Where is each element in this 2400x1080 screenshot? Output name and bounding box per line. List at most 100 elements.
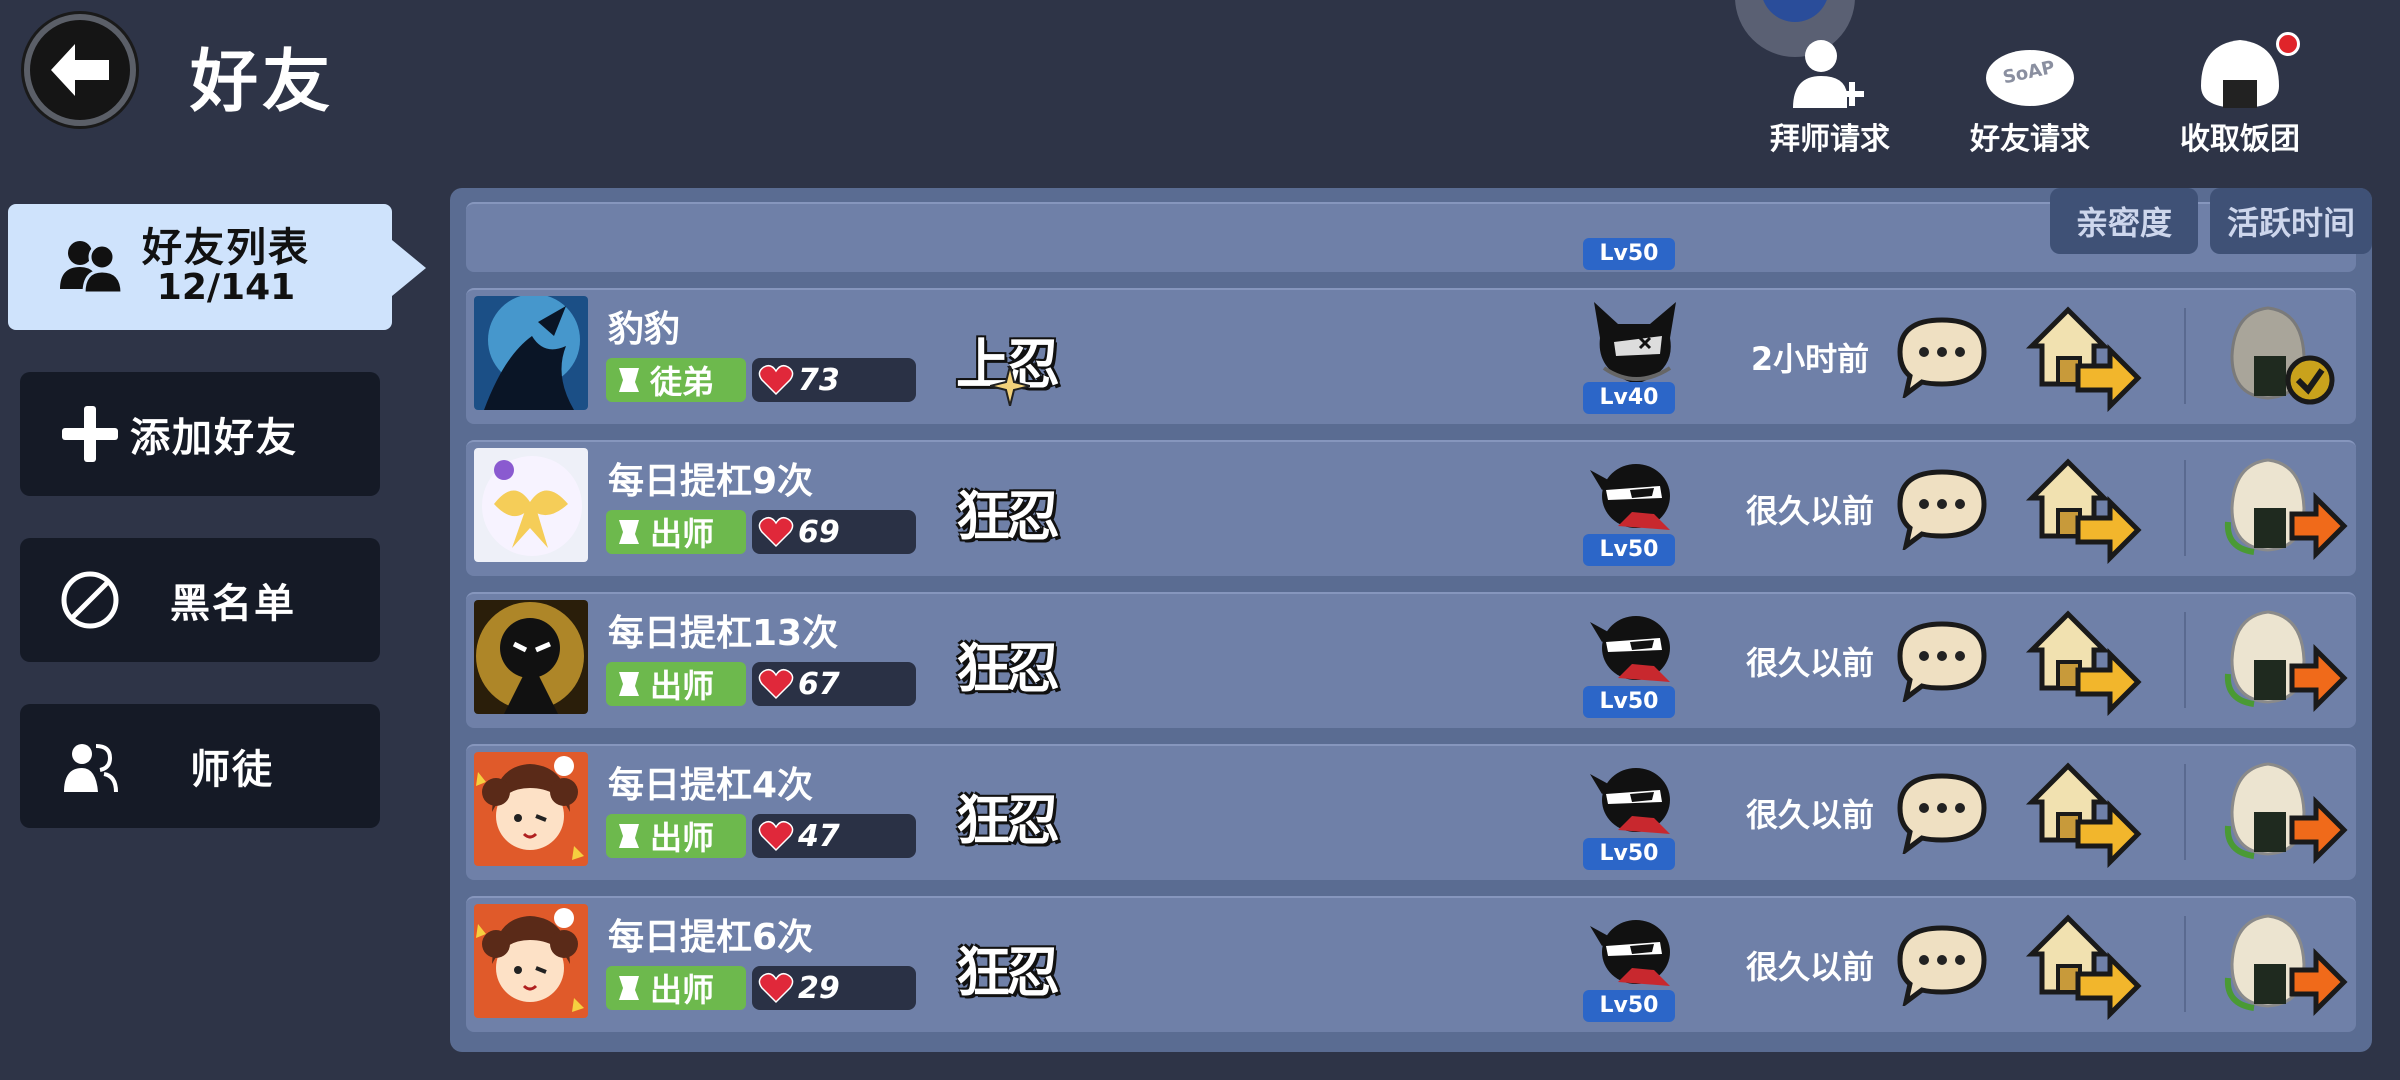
relation-tag: 出师 (606, 966, 746, 1010)
rank-title: 狂忍 (956, 472, 1060, 551)
relation-tag-label: 出师 (650, 819, 715, 857)
last-active-time: 很久以前 (1745, 948, 1874, 986)
friend-avatar[interactable] (474, 448, 588, 562)
send-riceball-icon[interactable] (2218, 908, 2348, 1022)
relation-tag: 徒弟 (606, 358, 746, 402)
divider (2184, 764, 2186, 860)
back-button[interactable] (24, 14, 136, 126)
rank-title: 狂忍 (956, 776, 1060, 855)
intimacy-value: 67 (798, 666, 840, 702)
friend-count: 12/141 (156, 267, 296, 309)
character-icon (1584, 602, 1684, 692)
last-active-time: 2小时前 (1750, 340, 1870, 378)
last-active-time: 很久以前 (1745, 796, 1874, 834)
intimacy-value: 69 (798, 514, 840, 550)
collect-riceball-button[interactable]: 收取饭团 (2150, 32, 2330, 158)
intimacy-counter: 69 (752, 510, 916, 554)
divider (2184, 460, 2186, 556)
friends-icon (58, 235, 124, 299)
friend-row[interactable]: 每日提杠13次 出师 67 狂忍 Lv50 很久以前 (466, 592, 2356, 728)
riceball-sent-icon[interactable] (2218, 300, 2348, 414)
divider (2184, 308, 2186, 404)
chat-icon[interactable] (1894, 466, 1990, 554)
sidebar-item-mentorship[interactable]: 师徒 (20, 704, 380, 828)
heart-icon (758, 668, 794, 700)
friend-list-panel: Lv50 豹豹 徒弟 73 上忍 Lv40 2小时前 每日提杠9次 出师 69 狂忍 Lv50 很久以… (450, 188, 2372, 1052)
add-friend-label: 添加好友 (130, 415, 298, 461)
chat-icon[interactable] (1894, 314, 1990, 402)
tag-icon (606, 972, 650, 1004)
top-actions: 拜师请求 SoAP 好友请求 收取饭团 (1735, 0, 2400, 160)
mentor-request-button[interactable]: 拜师请求 (1740, 34, 1920, 158)
intimacy-counter: 29 (752, 966, 916, 1010)
relation-tag: 出师 (606, 814, 746, 858)
chat-icon[interactable] (1894, 618, 1990, 706)
friend-name: 每日提杠9次 (608, 461, 814, 502)
tag-icon (606, 668, 650, 700)
rank-title: 狂忍 (956, 928, 1060, 1007)
heart-icon (758, 820, 794, 852)
intimacy-counter: 67 (752, 662, 916, 706)
notification-dot (2276, 32, 2300, 56)
sort-intimacy-button[interactable]: 亲密度 (2050, 188, 2198, 254)
heart-icon (758, 516, 794, 548)
friend-avatar[interactable] (474, 296, 588, 410)
mentorship-label: 师徒 (190, 747, 274, 793)
level-badge: Lv50 (1583, 238, 1675, 270)
sidebar-item-friend-list[interactable]: 好友列表 12/141 (8, 204, 426, 330)
visit-home-icon[interactable] (2022, 606, 2142, 720)
friend-name: 豹豹 (608, 309, 681, 350)
friend-avatar[interactable] (474, 600, 588, 714)
divider (2184, 612, 2186, 708)
add-person-icon (1793, 40, 1864, 108)
chat-icon[interactable] (1894, 770, 1990, 858)
character-icon (1584, 298, 1684, 388)
relation-tag-label: 徒弟 (650, 363, 715, 401)
relation-tag-label: 出师 (650, 971, 715, 1009)
heart-icon (758, 364, 794, 396)
intimacy-counter: 47 (752, 814, 916, 858)
blacklist-label: 黑名单 (170, 581, 296, 627)
character-icon (1584, 450, 1684, 540)
relation-tag: 出师 (606, 662, 746, 706)
riceball-icon (2201, 40, 2279, 108)
intimacy-value: 73 (798, 362, 840, 398)
friend-row[interactable]: 每日提杠9次 出师 69 狂忍 Lv50 很久以前 (466, 440, 2356, 576)
people-icon (50, 736, 130, 796)
intimacy-value: 29 (798, 970, 840, 1006)
level-badge: Lv50 (1583, 990, 1675, 1022)
friend-row[interactable]: 豹豹 徒弟 73 上忍 Lv40 2小时前 (466, 288, 2356, 424)
level-badge: Lv40 (1583, 382, 1675, 414)
friend-row[interactable]: 每日提杠4次 出师 47 狂忍 Lv50 很久以前 (466, 744, 2356, 880)
rank-title: 狂忍 (956, 624, 1060, 703)
send-riceball-icon[interactable] (2218, 452, 2348, 566)
sidebar-item-blacklist[interactable]: 黑名单 (20, 538, 380, 662)
friend-name: 每日提杠13次 (608, 613, 839, 654)
friend-name: 每日提杠4次 (608, 765, 814, 806)
visit-home-icon[interactable] (2022, 758, 2142, 872)
send-riceball-icon[interactable] (2218, 756, 2348, 870)
plus-icon (50, 404, 130, 464)
sort-active-time-button[interactable]: 活跃时间 (2210, 188, 2372, 254)
friend-name: 每日提杠6次 (608, 917, 814, 958)
level-badge: Lv50 (1583, 534, 1675, 566)
last-active-time: 很久以前 (1745, 492, 1874, 530)
send-riceball-icon[interactable] (2218, 604, 2348, 718)
arrow-left-icon (51, 44, 109, 96)
ban-icon (50, 569, 130, 631)
friend-row[interactable]: 每日提杠6次出师 29 狂忍 Lv50 很久以前 (466, 896, 2356, 1032)
chat-icon[interactable] (1894, 922, 1990, 1010)
soap-icon: SoAP (1986, 50, 2074, 106)
relation-tag: 出师 (606, 510, 746, 554)
tag-icon (606, 364, 650, 396)
friend-request-label: 好友请求 (1970, 122, 2090, 157)
intimacy-counter: 73 (752, 358, 916, 402)
visit-home-icon[interactable] (2022, 910, 2142, 1024)
sidebar-item-add-friend[interactable]: 添加好友 (20, 372, 380, 496)
friend-request-button[interactable]: SoAP 好友请求 (1940, 34, 2120, 158)
visit-home-icon[interactable] (2022, 302, 2142, 416)
visit-home-icon[interactable] (2022, 454, 2142, 568)
friend-avatar[interactable] (474, 752, 588, 866)
collect-riceball-label: 收取饭团 (2180, 122, 2300, 157)
friend-avatar[interactable] (474, 904, 588, 1018)
